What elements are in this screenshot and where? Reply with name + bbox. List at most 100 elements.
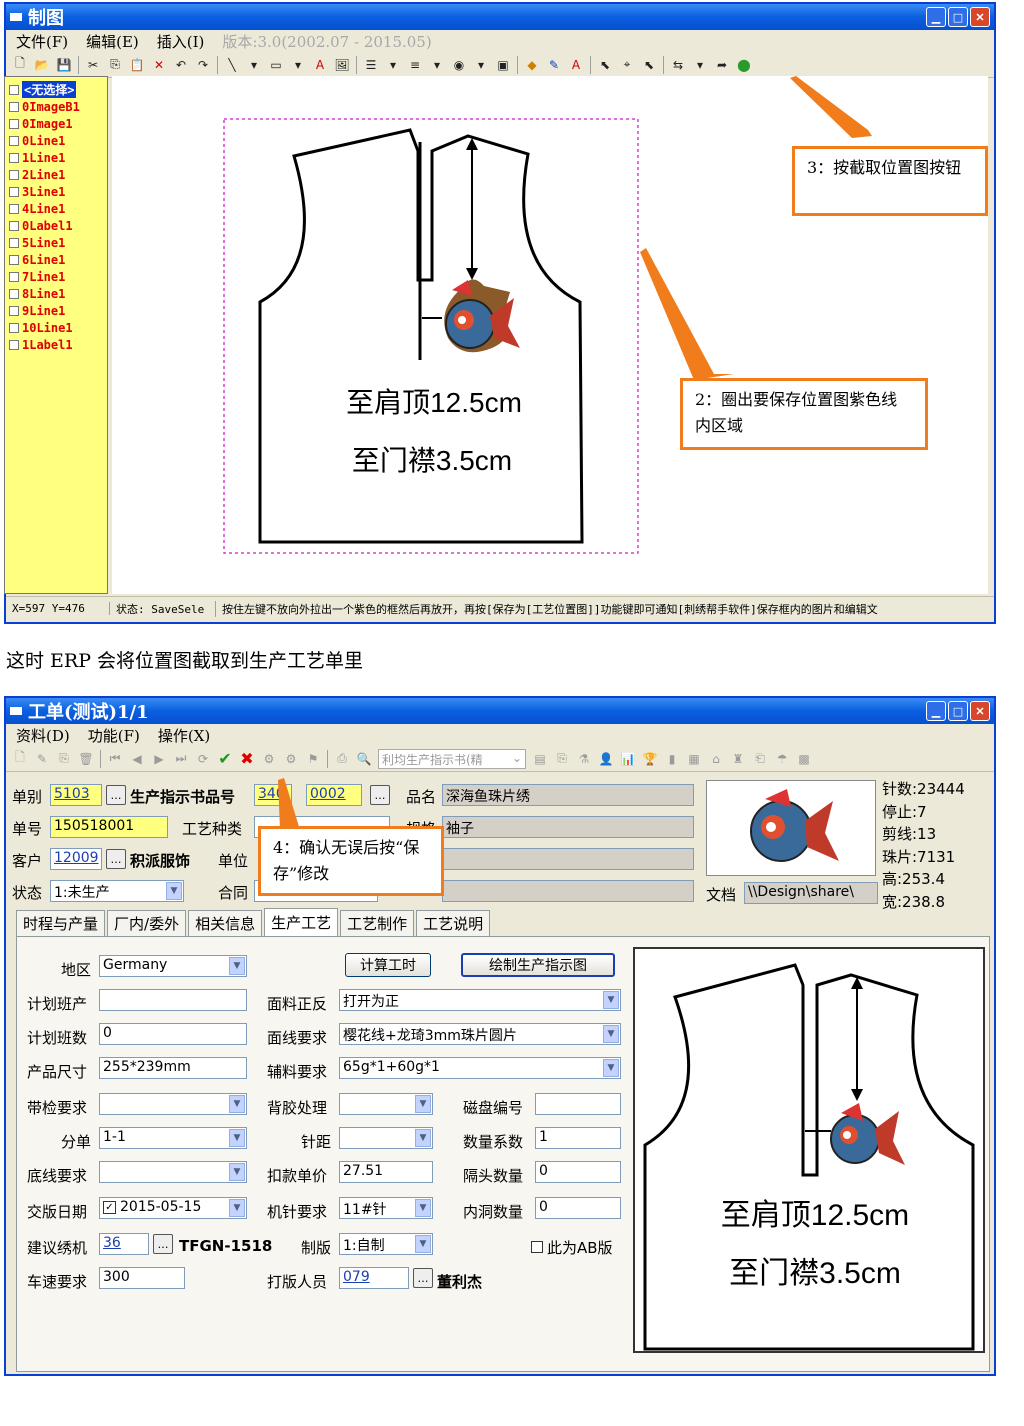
font-color-icon[interactable]: A [568,56,584,74]
paste-icon[interactable]: 📋 [129,56,145,74]
object-list-item[interactable]: 3Line1 [9,183,107,200]
text-tool-icon[interactable]: A [312,56,328,74]
object-checkbox[interactable] [9,254,19,265]
preview-icon[interactable]: 🔍 [356,750,372,768]
minimize-button[interactable]: ▁ [926,701,946,721]
copy-icon[interactable]: ⎘ [107,56,123,74]
maximize-button[interactable]: □ [948,7,968,27]
dropdown-arrow-icon[interactable]: ▾ [692,56,708,74]
object-checkbox[interactable] [9,339,19,350]
customer-field[interactable]: 12009 [50,848,102,870]
toolbar-icon[interactable]: 👤 [598,750,614,768]
draw-instruction-button[interactable]: 绘制生产指示图 [461,953,615,977]
fabric-select[interactable]: 打开为正 ▼ [339,989,621,1011]
close-button[interactable]: ✕ [970,701,990,721]
align-icon[interactable]: ⇆ [670,56,686,74]
toolbar-icon[interactable]: ⌂ [708,750,724,768]
prev-record-icon[interactable]: ◀ [129,750,145,768]
last-record-icon[interactable]: ⏭ [173,750,189,768]
machine-field[interactable]: 36 [99,1233,149,1255]
object-checkbox[interactable] [9,220,19,231]
date-checkbox[interactable]: ✓ [103,1201,116,1214]
dropdown-arrow-icon[interactable]: ▾ [246,56,262,74]
object-checkbox[interactable] [9,169,19,180]
thread-select[interactable]: 樱花线+龙琦3mm珠片圆片 ▼ [339,1023,621,1045]
order-no-field[interactable]: 150518001 [50,816,168,838]
object-list-item[interactable]: 5Line1 [9,234,107,251]
tab-schedule[interactable]: 时程与产量 [16,910,106,936]
pen-color-icon[interactable]: ✎ [546,56,562,74]
unit-field[interactable] [442,848,694,870]
customer-lookup-button[interactable]: … [106,849,126,869]
dropdown-arrow-icon[interactable]: ▾ [429,56,445,74]
menu-operate[interactable]: 操作(X) [158,725,210,746]
calc-hours-button[interactable]: 计算工时 [345,953,431,977]
object-checkbox[interactable] [9,305,19,316]
object-checkbox[interactable] [9,186,19,197]
save-icon[interactable]: 💾 [56,56,72,74]
toolbar-icon[interactable]: ♜ [730,750,746,768]
delete-icon[interactable]: ✕ [151,56,167,74]
object-list-item[interactable]: <无选择> [9,81,107,98]
object-list-item[interactable]: 7Line1 [9,268,107,285]
print-icon[interactable]: ⎙ [334,750,350,768]
plan-count-field[interactable]: 0 [99,1023,247,1045]
cut-icon[interactable]: ✂ [85,56,101,74]
ab-version-checkbox[interactable] [531,1241,543,1253]
object-list-item[interactable]: 0Line1 [9,132,107,149]
next-record-icon[interactable]: ▶ [151,750,167,768]
print-template-select[interactable]: 利均生产指示书(精 ⌄ [378,748,526,769]
tab-related[interactable]: 相关信息 [188,910,263,936]
object-list-item[interactable]: 8Line1 [9,285,107,302]
dropdown-arrow-icon[interactable]: ▾ [385,56,401,74]
menu-insert[interactable]: 插入(I) [157,31,205,52]
object-checkbox[interactable] [9,288,19,299]
object-checkbox[interactable] [9,118,19,129]
aux-select[interactable]: 65g*1+60g*1 ▼ [339,1057,621,1079]
toolbar-icon[interactable]: 📊 [620,750,636,768]
menu-data[interactable]: 资料(D) [16,725,70,746]
rectangle-tool-icon[interactable]: ▭ [268,56,284,74]
object-checkbox[interactable] [9,135,19,146]
object-checkbox[interactable] [9,322,19,333]
edit-icon[interactable]: ✎ [34,750,50,768]
speed-field[interactable]: 300 [99,1267,185,1289]
color-icon[interactable]: ◉ [451,56,467,74]
open-icon[interactable]: 📂 [34,56,50,74]
object-checkbox[interactable] [9,152,19,163]
pitch-select[interactable]: ▼ [339,1127,433,1149]
toolbar-icon[interactable]: ☂ [774,750,790,768]
machine-lookup-button[interactable]: … [153,1234,173,1254]
delivery-date-picker[interactable]: ✓ 2015-05-15 ▼ [99,1197,247,1219]
tab-craft-making[interactable]: 工艺制作 [340,910,415,936]
object-checkbox[interactable] [9,101,19,112]
toolbar-icon[interactable]: ▦ [686,750,702,768]
refresh-icon[interactable]: ⟳ [195,750,211,768]
object-checkbox[interactable] [9,237,19,248]
object-list-item[interactable]: 0Label1 [9,217,107,234]
backing-select[interactable]: ▼ [339,1093,433,1115]
first-record-icon[interactable]: ⏮ [107,750,123,768]
gap-field[interactable]: 0 [535,1161,621,1183]
object-list-item[interactable]: 1Label1 [9,336,107,353]
bottom-thread-select[interactable]: ▼ [99,1161,247,1183]
toolbar-icon[interactable]: ⎘ [554,750,570,768]
new-icon[interactable]: 🗋 [12,56,28,74]
frame-icon[interactable]: ▣ [495,56,511,74]
toolbar-icon[interactable]: ⚗ [576,750,592,768]
hole-field[interactable]: 0 [535,1197,621,1219]
state-select[interactable]: 1:未生产 ▼ [50,880,184,902]
toolbar-icon[interactable]: ▤ [532,750,548,768]
select-pointer-icon[interactable]: ⬉ [597,56,613,74]
object-list-item[interactable]: 9Line1 [9,302,107,319]
maker-field[interactable]: 079 [339,1267,409,1289]
redo-icon[interactable]: ↷ [195,56,211,74]
capture-position-icon[interactable]: ⬤ [736,56,752,74]
needle-select[interactable]: 11#针 ▼ [339,1197,433,1219]
name-field[interactable]: 深海鱼珠片绣 [442,784,694,806]
plate-select[interactable]: 1:自制 ▼ [339,1233,433,1255]
image-tool-icon[interactable]: 🖼 [334,56,350,74]
tab-production-craft[interactable]: 生产工艺 [264,908,339,936]
save-check-icon[interactable]: ✔ [217,749,233,768]
line-tool-icon[interactable]: ╲ [224,56,240,74]
